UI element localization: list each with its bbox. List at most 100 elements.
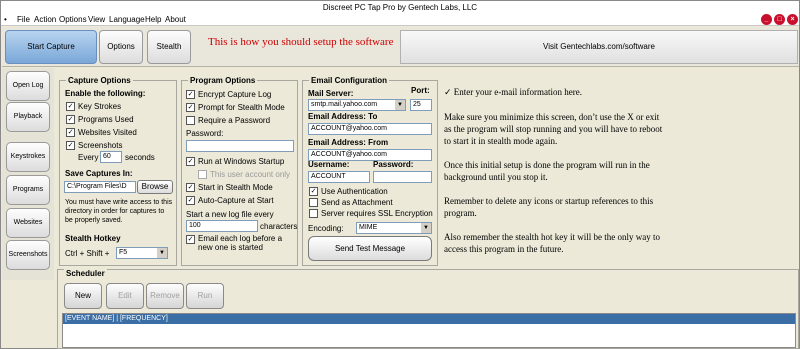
ssl-checkbox[interactable] (309, 209, 318, 218)
chevron-down-icon: ▼ (157, 248, 167, 258)
mail-server-value: smtp.mail.yahoo.com (311, 101, 378, 108)
encoding-select[interactable]: MIME ▼ (356, 222, 432, 234)
encoding-value: MIME (359, 224, 378, 231)
programs-used-checkbox[interactable]: ✓ (66, 115, 75, 124)
port-label: Port: (411, 86, 430, 95)
event-list[interactable]: [EVENT NAME] | [FREQUENCY] (62, 313, 796, 348)
email-log-checkbox[interactable]: ✓ (186, 235, 195, 244)
username-input[interactable]: ACCOUNT (308, 171, 370, 183)
mail-server-select[interactable]: smtp.mail.yahoo.com ▼ (308, 99, 406, 111)
start-stealth-label: Start in Stealth Mode (198, 183, 273, 192)
capture-options-title: Capture Options (66, 76, 133, 85)
ssl-label: Server requires SSL Encryption (321, 209, 433, 218)
hotkey-value: F5 (119, 249, 128, 256)
email-password-input[interactable] (373, 171, 432, 183)
auto-capture-label: Auto-Capture at Start (198, 196, 274, 205)
menu-help[interactable]: Help (145, 15, 161, 24)
new-event-button[interactable]: New (64, 283, 102, 309)
email-to-input[interactable]: ACCOUNT@yahoo.com (308, 123, 432, 135)
keystrokes-button[interactable]: Keystrokes (6, 142, 50, 172)
maximize-button[interactable]: □ (774, 14, 785, 25)
edit-event-button[interactable]: Edit (106, 283, 144, 309)
hotkey-prefix: Ctrl + Shift + (65, 249, 110, 258)
password-input[interactable] (186, 140, 294, 152)
close-button[interactable]: × (787, 14, 798, 25)
websites-button[interactable]: Websites (6, 208, 50, 238)
program-options-title: Program Options (188, 76, 258, 85)
menu-bar: • File Action Options View Language Help… (1, 14, 799, 26)
menu-language[interactable]: Language (109, 15, 145, 24)
visit-website-button[interactable]: Visit Gentechlabs.com/software (400, 30, 798, 64)
note-hotkey: Also remember the stealth hot key it wil… (444, 232, 660, 254)
save-captures-label: Save Captures In: (65, 169, 133, 178)
open-log-button[interactable]: Open Log (6, 71, 50, 101)
setup-message: This is how you should setup the softwar… (208, 36, 394, 48)
seconds-input[interactable]: 60 (100, 151, 122, 163)
start-stealth-checkbox[interactable]: ✓ (186, 183, 195, 192)
send-test-button[interactable]: Send Test Message (308, 236, 432, 261)
programs-used-label: Programs Used (78, 115, 134, 124)
menu-view[interactable]: View (88, 15, 105, 24)
stealth-hotkey-label: Stealth Hotkey (65, 234, 121, 243)
title-bar: Discreet PC Tap Pro by Gentech Labs, LLC (1, 1, 799, 14)
scheduler-title: Scheduler (64, 269, 107, 278)
prompt-stealth-checkbox[interactable]: ✓ (186, 103, 195, 112)
capture-options-group: Capture Options Enable the following: ✓ … (59, 76, 177, 266)
stealth-button[interactable]: Stealth (147, 30, 191, 64)
chevron-down-icon: ▼ (395, 100, 405, 110)
menu-action[interactable]: Action (34, 15, 56, 24)
window-title: Discreet PC Tap Pro by Gentech Labs, LLC (322, 3, 478, 12)
screenshots-button[interactable]: Screenshots (6, 240, 50, 270)
programs-button[interactable]: Programs (6, 175, 50, 205)
port-input[interactable]: 25 (410, 99, 432, 111)
options-button[interactable]: Options (99, 30, 143, 64)
key-strokes-label: Key Strokes (78, 102, 122, 111)
websites-visited-checkbox[interactable]: ✓ (66, 128, 75, 137)
this-user-only-label: This user account only (210, 170, 291, 179)
menu-about[interactable]: About (165, 15, 186, 24)
start-capture-button[interactable]: Start Capture (5, 30, 97, 64)
screenshots-checkbox[interactable]: ✓ (66, 141, 75, 150)
run-startup-checkbox[interactable]: ✓ (186, 157, 195, 166)
run-event-button[interactable]: Run (186, 283, 224, 309)
note-delete-icons: Remember to delete any icons or startup … (444, 196, 654, 218)
require-password-label: Require a Password (198, 116, 271, 125)
auto-capture-checkbox[interactable]: ✓ (186, 196, 195, 205)
hotkey-select[interactable]: F5 ▼ (116, 247, 168, 259)
save-path-input[interactable]: C:\Program Files\D (64, 181, 136, 193)
new-log-input[interactable]: 100 (186, 220, 258, 232)
this-user-only-checkbox[interactable] (198, 170, 207, 179)
username-label: Username: (308, 160, 350, 169)
email-from-label: Email Address: From (308, 138, 389, 147)
menu-file[interactable]: File (17, 15, 30, 24)
characters-label: characters (260, 222, 298, 231)
menu-options[interactable]: Options (59, 15, 87, 24)
key-strokes-checkbox[interactable]: ✓ (66, 102, 75, 111)
prompt-stealth-label: Prompt for Stealth Mode (198, 103, 285, 112)
note-minimize: Make sure you minimize this screen, don’… (444, 112, 663, 146)
send-attachment-checkbox[interactable] (309, 198, 318, 207)
note-email: ✓ Enter your e-mail information here. (444, 87, 582, 97)
require-password-checkbox[interactable] (186, 116, 195, 125)
encrypt-checkbox[interactable]: ✓ (186, 90, 195, 99)
remove-event-button[interactable]: Remove (146, 283, 184, 309)
minimize-button[interactable]: _ (761, 14, 772, 25)
email-config-group: Email Configuration Mail Server: Port: s… (302, 76, 438, 266)
program-options-group: Program Options ✓ Encrypt Capture Log ✓ … (181, 76, 298, 266)
email-password-label: Password: (373, 160, 414, 169)
new-log-label: Start a new log file every (186, 210, 274, 219)
encrypt-label: Encrypt Capture Log (198, 90, 272, 99)
app-menu-icon[interactable]: • (4, 15, 7, 24)
email-to-label: Email Address: To (308, 112, 378, 121)
password-label: Password: (186, 129, 224, 138)
email-log-label: Email each log before a new one is start… (198, 234, 283, 252)
write-access-note: You must have write access to this direc… (65, 199, 173, 224)
send-attachment-label: Send as Attachment (321, 198, 393, 207)
browse-button[interactable]: Browse (137, 180, 173, 194)
playback-button[interactable]: Playback (6, 102, 50, 132)
email-config-title: Email Configuration (309, 76, 389, 85)
every-label: Every (78, 153, 99, 162)
use-auth-checkbox[interactable]: ✓ (309, 187, 318, 196)
note-background: Once this initial setup is done the prog… (444, 160, 650, 182)
enable-label: Enable the following: (65, 89, 146, 98)
